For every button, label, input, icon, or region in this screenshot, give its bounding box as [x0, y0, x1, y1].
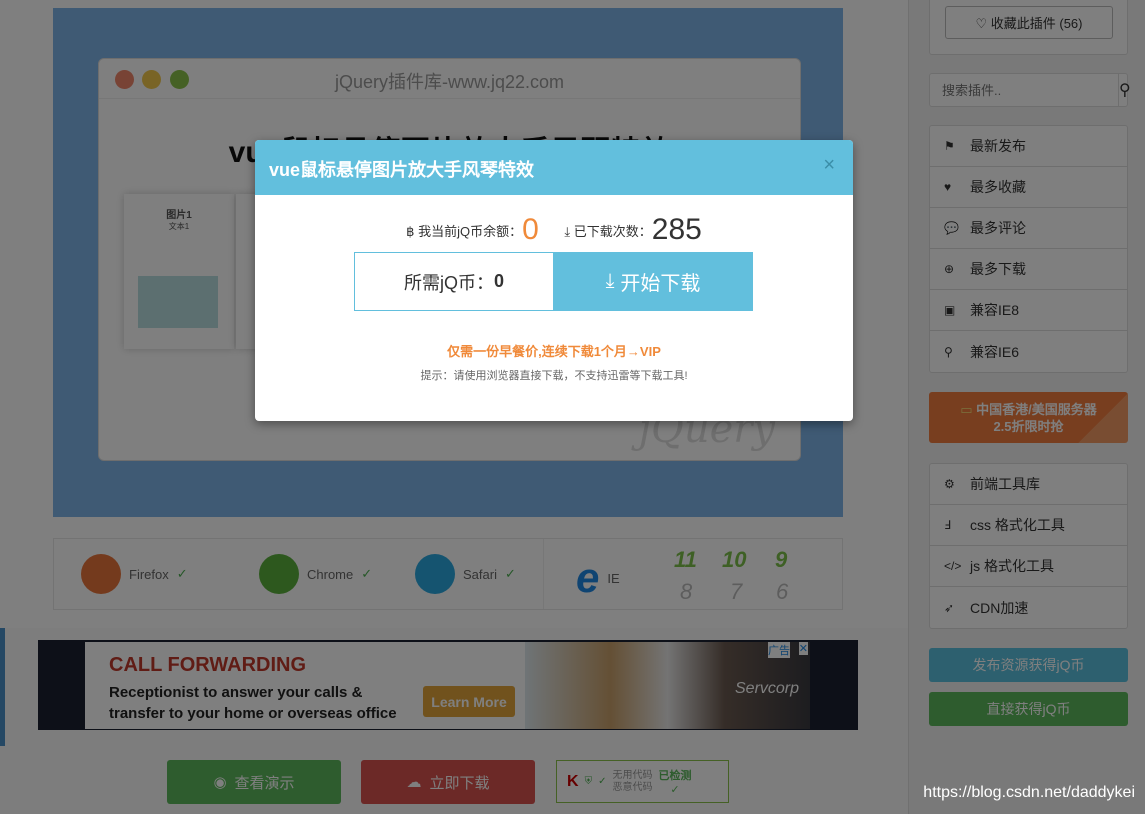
modal-title: vue鼠标悬停图片放大手风琴特效	[255, 140, 853, 195]
vip-link[interactable]: 仅需一份早餐价,连续下载1个月→VIP	[255, 341, 853, 360]
download-hint: 提示：请使用浏览器直接下载，不支持迅雷等下载工具!	[420, 370, 688, 382]
balance-label: 我当前jQ币余额：	[418, 224, 523, 239]
close-icon[interactable]: ×	[823, 154, 835, 177]
watermark: https://blog.csdn.net/daddykei	[923, 784, 1135, 801]
downloads-label: 已下载次数：	[573, 224, 652, 239]
downloads-value: 285	[651, 213, 702, 246]
required-coins: 所需jQ币： 0	[354, 252, 554, 311]
bitcoin-icon: ฿	[406, 224, 415, 239]
start-download-button[interactable]: ⤓ 开始下载	[553, 252, 753, 311]
download-icon: ⤓	[605, 270, 615, 292]
modal-stats: ฿ 我当前jQ币余额：0 ⤓ 已下载次数：285	[255, 213, 853, 247]
balance-value: 0	[522, 213, 539, 246]
download-icon: ⤓	[564, 224, 571, 239]
download-modal: vue鼠标悬停图片放大手风琴特效 × ฿ 我当前jQ币余额：0 ⤓ 已下载次数：…	[255, 140, 853, 421]
